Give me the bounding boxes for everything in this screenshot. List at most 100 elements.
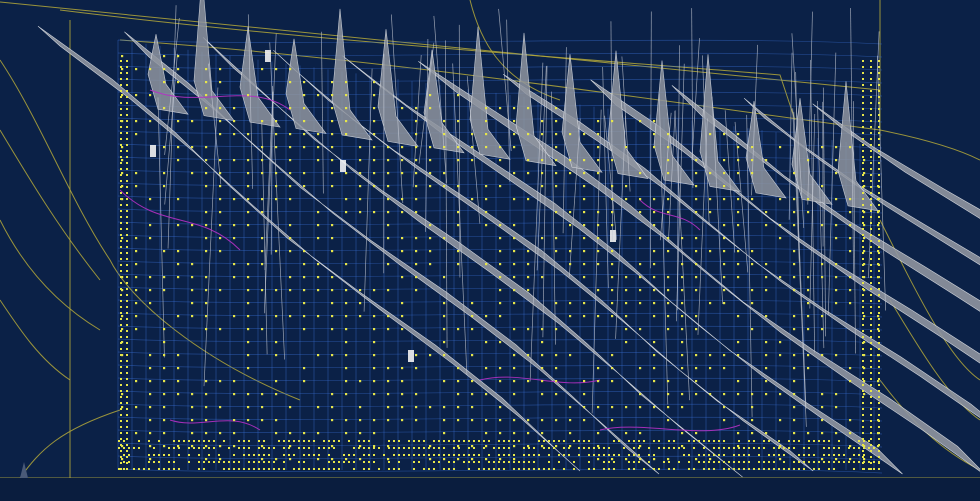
node-point [353,447,355,449]
node-point [238,440,240,442]
cad-viewport[interactable] [0,0,980,501]
node-point [298,440,300,442]
node-point [583,172,586,175]
node-point [126,438,128,440]
node-point [163,276,166,279]
node-point [317,263,320,266]
node-point [387,198,390,201]
node-point [289,224,292,227]
node-point [555,237,558,240]
node-point [233,237,236,240]
node-point [238,468,240,470]
node-point [597,172,600,175]
node-point [821,393,824,396]
node-point [443,419,446,422]
node-point [126,96,128,98]
node-point [120,162,122,164]
node-point [303,315,306,318]
node-point [359,406,362,409]
node-point [219,68,222,71]
node-point [713,447,715,449]
node-point [673,447,675,449]
node-point [433,468,435,470]
node-point [608,447,610,449]
node-point [485,315,488,318]
node-point [473,440,475,442]
node-point [247,393,250,396]
node-point [808,461,810,463]
node-point [126,78,128,80]
node-point [695,159,698,162]
node-point [268,454,270,456]
node-point [862,348,864,350]
node-point [863,440,865,442]
node-point [758,461,760,463]
node-point [743,454,745,456]
node-point [457,94,460,97]
node-point [862,408,864,410]
node-point [878,336,880,338]
node-point [118,468,120,470]
node-point [878,402,880,404]
node-point [765,289,768,292]
node-point [541,445,544,448]
node-point [667,406,670,409]
node-point [373,461,375,463]
node-point [878,72,880,74]
node-point [135,289,138,292]
node-point [763,447,765,449]
node-point [448,454,450,456]
node-point [247,172,250,175]
node-point [723,393,726,396]
node-point [793,250,796,253]
node-point [718,447,720,449]
node-point [862,156,864,158]
node-point [597,367,600,370]
node-point [527,354,530,357]
scene-canvas[interactable] [0,0,980,501]
node-point [408,454,410,456]
node-point [263,440,265,442]
node-point [835,224,838,227]
node-point [813,454,815,456]
node-point [625,302,628,305]
node-point [779,224,782,227]
node-point [541,133,544,136]
node-point [149,224,152,227]
guide-curve [0,219,101,331]
node-point [163,328,166,331]
node-point [126,306,128,308]
node-point [383,454,385,456]
node-point [443,440,445,442]
node-point [415,263,418,266]
node-point [878,120,880,122]
node-point [118,447,120,449]
node-point [870,342,872,344]
node-point [858,454,860,456]
node-point [597,406,600,409]
node-point [387,315,390,318]
node-point [126,360,128,362]
node-point [870,180,872,182]
node-point [438,440,440,442]
node-point [219,289,222,292]
node-point [247,302,250,305]
node-point [862,126,864,128]
node-point [429,237,432,240]
node-point [345,172,348,175]
node-point [862,138,864,140]
node-point [878,198,880,200]
node-point [862,180,864,182]
node-point [873,461,875,463]
node-point [870,270,872,272]
node-point [862,426,864,428]
node-point [126,138,128,140]
node-point [538,454,540,456]
node-point [578,447,580,449]
node-point [438,454,440,456]
node-point [870,186,872,188]
node-point [639,276,642,279]
node-point [613,468,615,470]
node-point [870,432,872,434]
node-point [569,315,572,318]
